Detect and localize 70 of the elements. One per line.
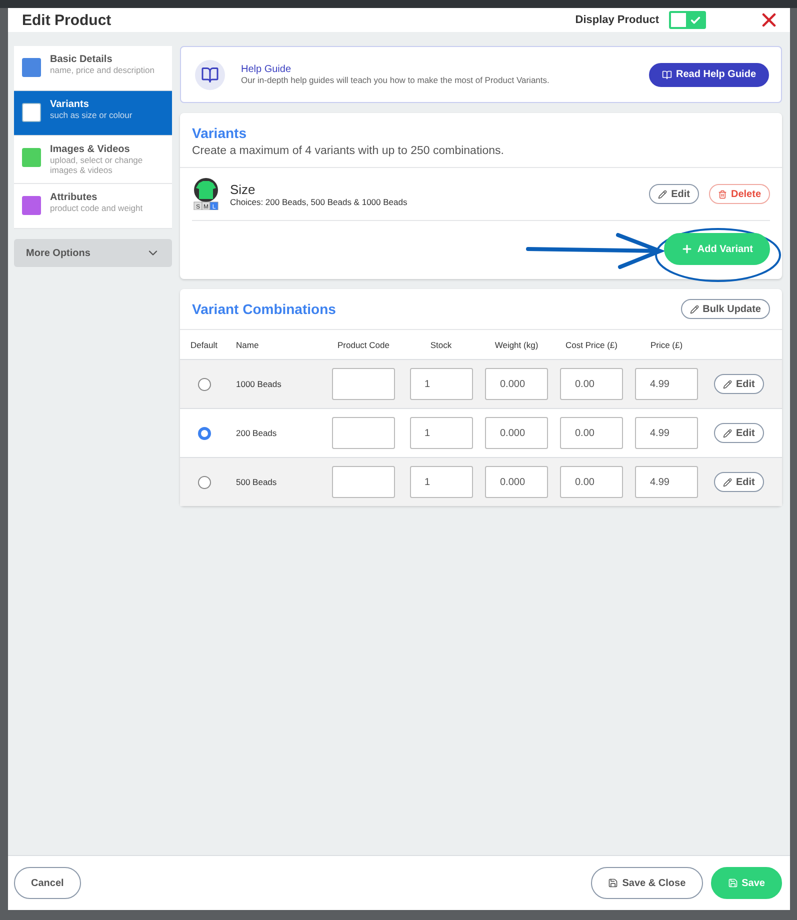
- edit-button[interactable]: Edit: [649, 184, 699, 204]
- column-header: Default: [190, 338, 218, 352]
- stock-field[interactable]: 1: [410, 466, 472, 498]
- window-title: Edit Product: [22, 12, 112, 28]
- sidebar-item-subtitle: product code and weight: [50, 203, 143, 213]
- display-toggle[interactable]: [669, 11, 706, 29]
- column-header: Stock: [429, 338, 453, 352]
- help-text: Our in-depth help guides will teach you how to make the most of Product Variants.: [241, 75, 550, 85]
- variant-name-cell: 200 Beads: [236, 428, 277, 438]
- pencil-icon: [723, 478, 732, 486]
- pencil-icon: [723, 428, 732, 438]
- cancel-button[interactable]: Cancel: [14, 867, 81, 899]
- section-title: Variants: [192, 125, 248, 141]
- cost-price-field[interactable]: 0.00: [560, 368, 623, 400]
- help-title: Help Guide: [241, 64, 292, 75]
- sidebar-item-title: Basic Details: [50, 54, 114, 65]
- book-icon: [662, 70, 672, 80]
- default-radio[interactable]: [198, 378, 210, 390]
- default-radio[interactable]: [198, 476, 210, 488]
- read-help-guide-button[interactable]: Read Help Guide: [648, 62, 769, 86]
- default-radio[interactable]: [198, 426, 210, 440]
- bulk-update-button[interactable]: Bulk Update: [680, 299, 770, 319]
- weight-field[interactable]: 0.000: [485, 368, 548, 400]
- cost-price-field[interactable]: 0.00: [560, 466, 623, 498]
- weight-field[interactable]: 0.000: [485, 466, 548, 498]
- cost-price-field[interactable]: 0.00: [560, 417, 623, 449]
- column-header: Weight (kg): [494, 338, 540, 352]
- price-field[interactable]: 4.99: [635, 417, 698, 449]
- sidebar-item[interactable]: Variants such as size or colour: [14, 91, 172, 136]
- sidebar-item[interactable]: Basic Details name, price and description: [14, 46, 172, 91]
- stock-field[interactable]: 1: [410, 368, 472, 400]
- section-description: Create a maximum of 4 variants with up to 250 combinations.: [192, 145, 505, 157]
- help-book-icon: [195, 60, 225, 90]
- variant-choices: Choices: 200 Beads, 500 Beads & 1000 Beads: [230, 196, 408, 206]
- product-code-field[interactable]: [332, 417, 395, 449]
- weight-field[interactable]: 0.000: [485, 417, 548, 449]
- toggle-label: Display Product: [575, 14, 659, 26]
- edit-button[interactable]: Edit: [714, 472, 764, 492]
- sidebar-item-subtitle: name, price and description: [50, 65, 154, 75]
- save-and-close-button[interactable]: Save & Close: [591, 867, 703, 899]
- save-icon: [728, 878, 738, 888]
- column-header: Price (£): [649, 338, 684, 352]
- delete-button[interactable]: Delete: [708, 184, 770, 204]
- column-header: Cost Price (£): [564, 338, 618, 352]
- section-title: Variant Combinations: [192, 301, 336, 317]
- price-field[interactable]: 4.99: [635, 368, 698, 400]
- trash-icon: [718, 190, 727, 198]
- stock-field[interactable]: 1: [410, 417, 472, 449]
- pencil-icon: [658, 190, 668, 198]
- save-icon: [608, 878, 618, 888]
- sidebar-item-subtitle: upload, select or change images & videos: [50, 155, 144, 175]
- edit-button[interactable]: Edit: [714, 423, 764, 443]
- column-header: Name: [235, 338, 260, 352]
- more-options-button[interactable]: More Options: [14, 239, 172, 267]
- variant-name-cell: 500 Beads: [236, 477, 277, 487]
- product-code-field[interactable]: [332, 466, 395, 498]
- variant-name: Size: [230, 182, 256, 196]
- plus-icon: [681, 243, 694, 255]
- pencil-icon: [723, 380, 732, 388]
- price-field[interactable]: 4.99: [635, 466, 698, 498]
- variant-name-cell: 1000 Beads: [236, 379, 282, 389]
- pencil-icon: [690, 304, 699, 314]
- sidebar-item-title: Images & Videos: [50, 144, 131, 155]
- sidebar-item-subtitle: such as size or colour: [50, 110, 132, 120]
- check-icon: [690, 14, 700, 26]
- product-code-field[interactable]: [332, 368, 395, 400]
- edit-button[interactable]: Edit: [714, 374, 764, 394]
- sidebar-item-title: Variants: [50, 99, 90, 110]
- sidebar-item-title: Attributes: [50, 192, 98, 203]
- column-header: Product Code: [336, 338, 390, 352]
